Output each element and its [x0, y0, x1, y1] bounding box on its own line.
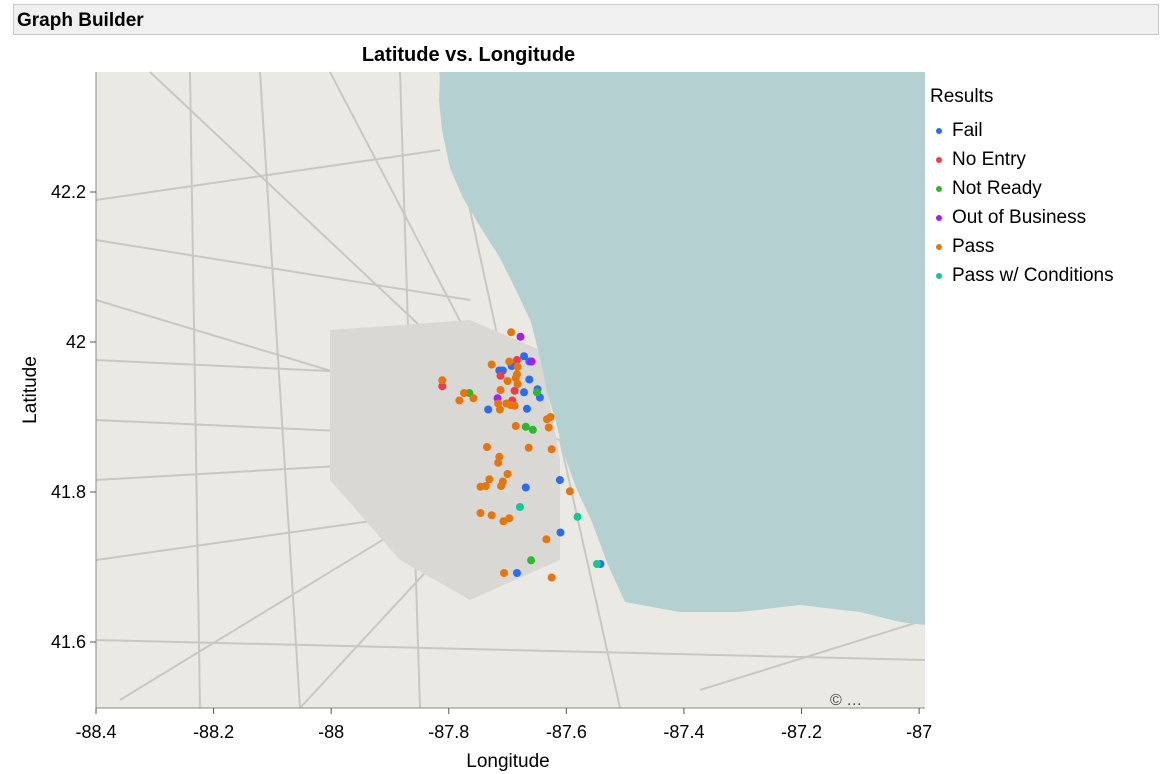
data-point-pass — [487, 511, 496, 520]
data-point-pass — [438, 376, 447, 385]
legend-item[interactable]: Pass w/ Conditions — [930, 261, 1114, 290]
data-point-pass-w-conditions — [515, 503, 524, 511]
data-point-pass — [476, 509, 485, 517]
data-point-pass — [510, 401, 519, 410]
x-tick-label: -88.4 — [75, 722, 116, 742]
data-point-pass-w-conditions — [592, 560, 601, 568]
data-point-pass — [469, 394, 478, 403]
data-point-pass — [496, 386, 505, 394]
legend-item[interactable]: No Entry — [930, 145, 1114, 174]
x-tick-label: -87.2 — [781, 722, 822, 742]
legend-label: Pass w/ Conditions — [952, 264, 1114, 286]
data-point-fail — [512, 569, 521, 577]
data-point-pass — [485, 475, 494, 484]
map-background — [95, 71, 926, 709]
data-point-pass — [565, 487, 574, 496]
legend-label: Not Ready — [952, 177, 1042, 199]
x-tick-label: -88 — [318, 722, 344, 742]
legend-marker-icon — [936, 243, 942, 250]
data-point-pass — [505, 514, 514, 523]
legend-item[interactable]: Not Ready — [930, 174, 1114, 203]
data-point-fail — [520, 388, 529, 397]
y-tick-label: 42.2 — [51, 182, 86, 202]
legend-marker-icon — [936, 156, 942, 163]
data-point-fail — [556, 528, 565, 537]
data-point-pass — [544, 423, 553, 432]
data-point-not-ready — [527, 556, 536, 565]
legend-marker-icon — [936, 214, 942, 221]
data-point-pass — [494, 458, 503, 467]
data-point-out-of-business — [527, 357, 536, 366]
y-tick-label: 41.8 — [51, 482, 86, 502]
data-point-pass — [503, 470, 512, 478]
legend-title: Results — [930, 86, 994, 107]
x-axis-label: Longitude — [466, 751, 549, 772]
data-point-pass — [513, 362, 522, 371]
data-point-pass — [511, 422, 520, 430]
data-point-pass — [487, 360, 496, 369]
x-tick-label: -87.8 — [428, 722, 469, 742]
data-point-not-ready — [521, 422, 530, 431]
legend-item[interactable]: Out of Business — [930, 203, 1114, 232]
data-point-pass — [497, 482, 506, 490]
data-point-pass — [547, 445, 556, 454]
legend: Results Fail No Entry Not Ready Out of Busi… — [930, 86, 1114, 290]
data-point-fail — [525, 375, 534, 384]
data-point-pass — [513, 380, 522, 388]
data-point-pass — [524, 443, 533, 452]
data-point-pass — [547, 573, 556, 582]
data-point-pass — [546, 413, 555, 421]
data-point-pass — [455, 396, 464, 405]
x-tick-label: -87.6 — [546, 722, 587, 742]
y-tick-label: 42 — [66, 332, 86, 352]
data-point-pass — [507, 328, 516, 337]
data-point-pass — [505, 357, 514, 366]
data-point-pass — [482, 443, 491, 451]
data-point-fail — [484, 405, 493, 414]
data-point-pass — [460, 389, 469, 397]
data-point-fail — [555, 476, 564, 484]
legend-marker-icon — [936, 272, 942, 279]
y-tick-label: 41.6 — [51, 632, 86, 652]
map-copyright-text: © … — [830, 692, 862, 709]
legend-item[interactable]: Pass — [930, 232, 1114, 261]
data-point-pass — [503, 377, 512, 385]
data-point-not-ready — [532, 388, 541, 397]
x-tick-label: -87 — [906, 722, 932, 742]
y-axis-label: Latitude — [20, 356, 41, 424]
x-tick-label: -87.4 — [663, 722, 704, 742]
legend-label: Pass — [952, 235, 995, 257]
data-point-fail — [522, 404, 531, 413]
legend-label: No Entry — [952, 148, 1026, 170]
legend-item[interactable]: Fail — [930, 116, 1114, 145]
data-point-pass-w-conditions — [573, 512, 582, 521]
data-point-not-ready — [528, 425, 537, 434]
data-point-pass — [542, 535, 551, 544]
data-point-pass — [500, 569, 509, 577]
legend-label: Fail — [952, 119, 983, 141]
data-point-out-of-business — [516, 332, 525, 341]
data-point-pass — [481, 482, 490, 490]
legend-label: Out of Business — [952, 206, 1087, 228]
x-tick-label: -88.2 — [193, 722, 234, 742]
data-point-no-entry — [496, 371, 505, 380]
data-point-pass — [495, 405, 504, 414]
legend-marker-icon — [936, 185, 942, 192]
data-point-fail — [521, 483, 530, 492]
legend-marker-icon — [936, 127, 942, 134]
